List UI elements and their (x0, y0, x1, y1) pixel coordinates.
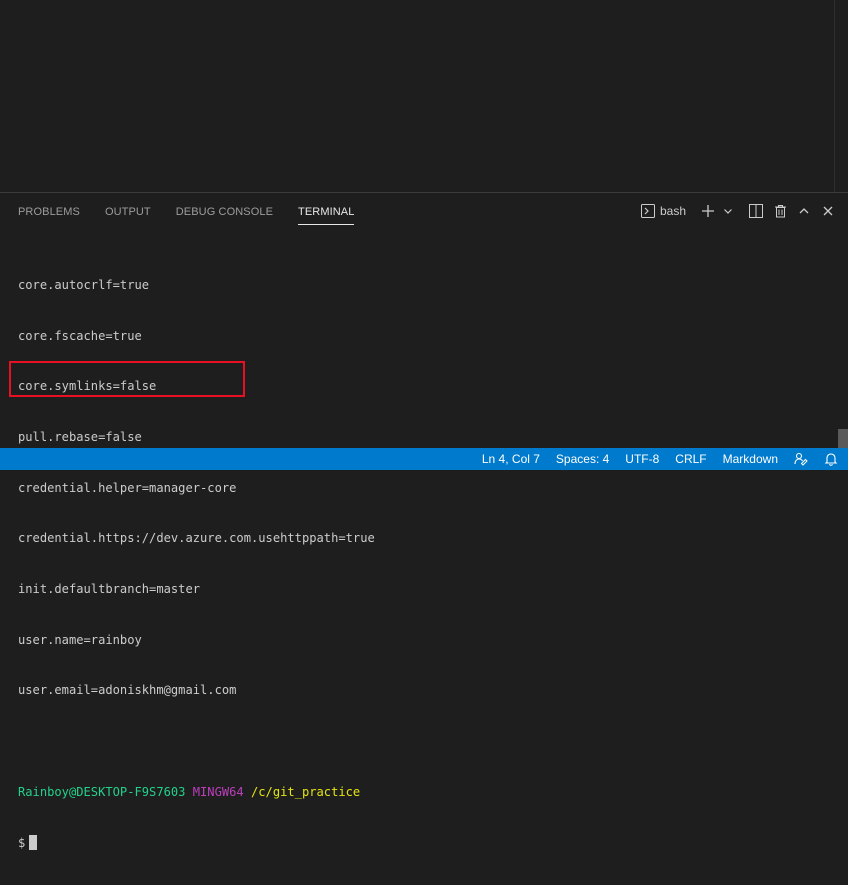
terminal-shell-selector[interactable]: bash (639, 200, 688, 222)
terminal-line: init.defaultbranch=master (18, 582, 201, 597)
prompt-symbol: $ (18, 835, 26, 850)
status-indentation[interactable]: Spaces: 4 (548, 448, 617, 470)
feedback-icon (794, 452, 808, 466)
status-encoding[interactable]: UTF-8 (617, 448, 667, 470)
terminal-input-line[interactable]: $ (18, 834, 818, 852)
close-panel-button[interactable] (818, 200, 838, 222)
terminal-line: core.fscache=true (18, 328, 142, 343)
terminal-line: credential.https://dev.azure.com.usehttp… (18, 531, 375, 546)
plus-icon (701, 204, 715, 218)
panel-tabs: PROBLEMS OUTPUT DEBUG CONSOLE TERMINAL (10, 193, 371, 229)
terminal-scrollbar-thumb[interactable] (838, 429, 848, 449)
trash-icon (774, 204, 787, 218)
panel-actions: bash (639, 193, 838, 229)
editor-scrollbar-track (834, 0, 835, 192)
feedback-button[interactable] (786, 448, 816, 470)
prompt-system: MINGW64 (192, 784, 244, 799)
tab-terminal[interactable]: TERMINAL (290, 193, 362, 229)
new-terminal-button[interactable] (698, 200, 718, 222)
maximize-panel-button[interactable] (794, 200, 814, 222)
status-eol[interactable]: CRLF (667, 448, 714, 470)
terminal-line: credential.helper=manager-core (18, 480, 237, 495)
split-icon (749, 204, 763, 218)
close-icon (822, 205, 834, 217)
tab-output[interactable]: OUTPUT (97, 193, 159, 229)
terminal-dropdown-button[interactable] (722, 200, 734, 222)
prompt-user-host: Rainboy@DESKTOP-F9S7603 (18, 784, 186, 799)
terminal-icon (640, 204, 655, 218)
shell-label: bash (659, 204, 686, 218)
chevron-down-icon (723, 206, 733, 216)
terminal-line: user.name=rainboy (18, 632, 142, 647)
bottom-panel: PROBLEMS OUTPUT DEBUG CONSOLE TERMINAL b… (0, 192, 848, 850)
prompt-path: /c/git_practice (251, 784, 361, 799)
terminal-cursor (29, 834, 38, 850)
status-cursor-position[interactable]: Ln 4, Col 7 (474, 448, 548, 470)
tab-debug-console[interactable]: DEBUG CONSOLE (168, 193, 281, 229)
highlight-annotation-box (9, 361, 245, 397)
editor-area[interactable] (0, 0, 848, 192)
notifications-button[interactable] (816, 448, 848, 470)
split-terminal-button[interactable] (746, 200, 766, 222)
status-language[interactable]: Markdown (715, 448, 786, 470)
terminal-line: core.autocrlf=true (18, 277, 150, 292)
terminal-prompt: Rainboy@DESKTOP-F9S7603 MINGW64 /c/git_p… (18, 784, 818, 801)
tab-problems[interactable]: PROBLEMS (10, 193, 88, 229)
status-bar: Ln 4, Col 7 Spaces: 4 UTF-8 CRLF Markdow… (0, 448, 848, 470)
terminal-line: pull.rebase=false (18, 429, 142, 444)
kill-terminal-button[interactable] (770, 200, 790, 222)
bell-icon (824, 452, 838, 466)
terminal-output[interactable]: core.autocrlf=true core.fscache=true cor… (18, 243, 818, 885)
terminal-line: user.email=adoniskhm@gmail.com (18, 683, 237, 698)
chevron-up-icon (798, 205, 810, 217)
